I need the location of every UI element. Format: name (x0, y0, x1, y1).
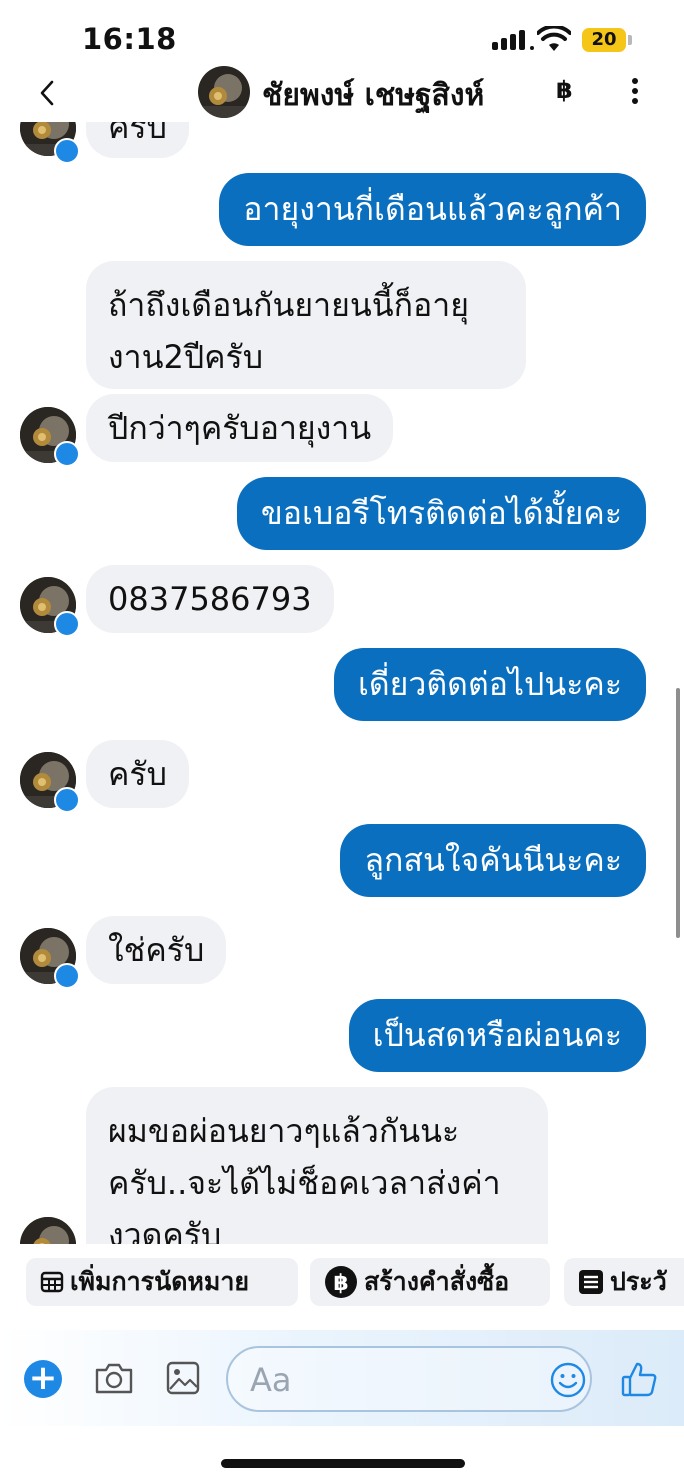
cellular-signal-icon (492, 30, 534, 50)
thumbs-up-icon[interactable] (620, 1360, 658, 1398)
baht-coin-icon: ฿ (325, 1266, 357, 1298)
message-bubble-outgoing[interactable]: อายุงานกี่เดือนแล้วคะลูกค้า (219, 173, 646, 246)
wifi-icon (537, 26, 571, 51)
emoji-icon[interactable] (550, 1362, 586, 1398)
svg-text:฿: ฿ (333, 1271, 348, 1296)
composer-bar: + Aa (0, 1330, 684, 1426)
more-options-icon[interactable] (625, 78, 645, 106)
quick-actions-bar: เพิ่มการนัดหมาย ฿ สร้างคำสั่งซื้อ ประวั (0, 1250, 684, 1320)
plus-icon[interactable]: + (24, 1360, 62, 1398)
chip-label: สร้างคำสั่งซื้อ (364, 1267, 510, 1296)
baht-payment-icon[interactable]: ฿ (556, 76, 573, 104)
messenger-badge-icon (54, 611, 80, 637)
messenger-badge-icon (54, 441, 80, 467)
calendar-icon (40, 1271, 64, 1293)
sender-avatar[interactable] (20, 1217, 76, 1244)
message-bubble-outgoing[interactable]: เป็นสดหรือผ่อนคะ (348, 999, 646, 1072)
message-bubble-incoming[interactable]: ผมขอผ่อนยาวๆแล้วกันนะครับ..จะได้ไม่ช็อคเ… (86, 1087, 548, 1244)
message-bubble-incoming[interactable]: ครับ (86, 122, 189, 158)
messenger-badge-icon (54, 963, 80, 989)
history-chip[interactable]: ประวั (564, 1258, 684, 1306)
message-list[interactable]: ครับ อายุงานกี่เดือนแล้วคะลูกค้า ถ้าถึงเ… (0, 122, 684, 1244)
contact-avatar[interactable] (198, 66, 250, 118)
message-bubble-incoming[interactable]: 0837586793 (86, 565, 334, 633)
messenger-badge-icon (54, 787, 80, 813)
scrollbar[interactable] (676, 688, 680, 938)
status-time: 16:18 (82, 22, 177, 56)
battery-tip (628, 35, 632, 45)
contact-name[interactable]: ชัยพงษ์ เชษฐสิงห์ (262, 72, 484, 119)
battery-icon: 20 (582, 28, 626, 52)
status-bar: 16:18 20 (0, 0, 684, 70)
list-icon (579, 1270, 603, 1294)
message-bubble-incoming[interactable]: ปีกว่าๆครับอายุงาน (86, 394, 394, 462)
message-bubble-outgoing[interactable]: ขอเบอรีโทรติดต่อได้มั้ยคะ (236, 477, 646, 550)
messenger-badge-icon (54, 138, 80, 164)
create-order-chip[interactable]: ฿ สร้างคำสั่งซื้อ (310, 1258, 550, 1306)
chat-header: ชัยพงษ์ เชษฐสิงห์ ฿ (0, 62, 684, 122)
home-indicator[interactable] (221, 1459, 465, 1468)
message-bubble-outgoing[interactable]: เดี่ยวติดต่อไปนะคะ (333, 648, 646, 721)
message-input[interactable]: Aa (226, 1346, 592, 1412)
chip-label: เพิ่มการนัดหมาย (70, 1267, 250, 1296)
camera-icon[interactable] (94, 1360, 134, 1396)
back-chevron-icon[interactable] (34, 76, 64, 110)
add-appointment-chip[interactable]: เพิ่มการนัดหมาย (26, 1258, 298, 1306)
gallery-icon[interactable] (165, 1360, 201, 1396)
message-bubble-outgoing[interactable]: ลูกสนใจคันนีนะคะ (340, 824, 646, 897)
input-placeholder: Aa (250, 1361, 292, 1399)
chip-label: ประวั (610, 1267, 667, 1296)
message-bubble-incoming[interactable]: ใช่ครับ (86, 916, 227, 984)
message-bubble-incoming[interactable]: ครับ (86, 740, 189, 808)
message-bubble-incoming[interactable]: ถ้าถึงเดือนกันยายนนี้ก็อายุงาน2ปีครับ (86, 261, 526, 389)
